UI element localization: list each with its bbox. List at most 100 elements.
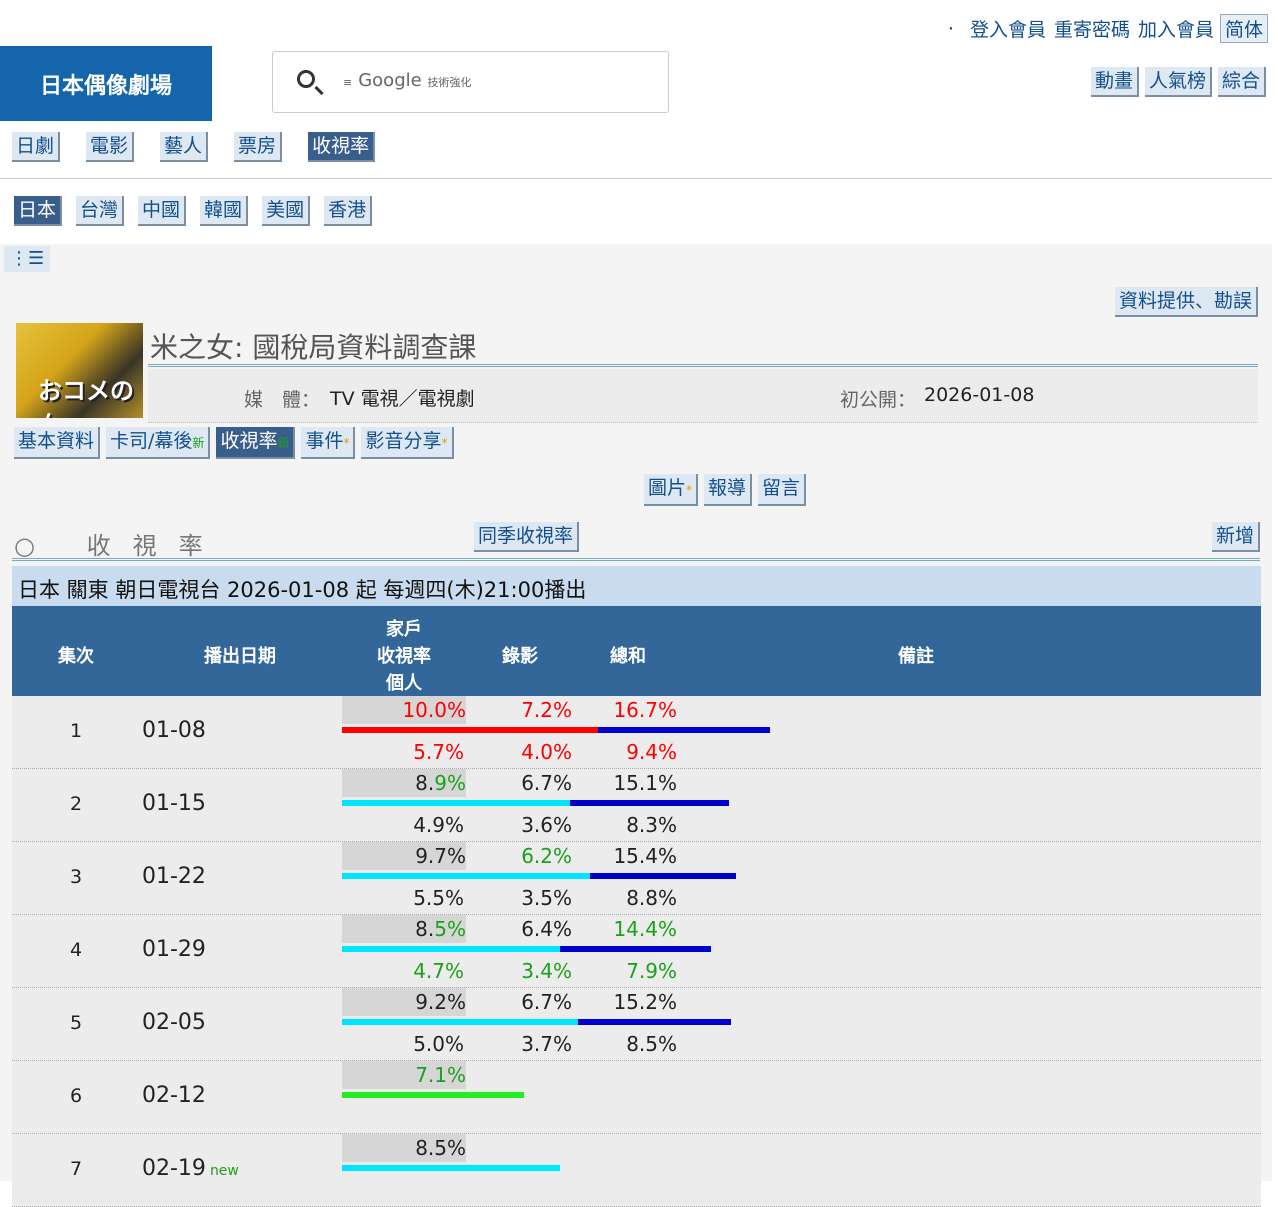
- search-box[interactable]: ≡ Google 技術強化: [272, 51, 669, 113]
- tab-events[interactable]: 事件*: [301, 427, 356, 459]
- episode-number: 7: [70, 1158, 83, 1180]
- title-underline: [148, 364, 1258, 367]
- region-hongkong[interactable]: 香港: [324, 196, 373, 226]
- new-badge: new: [209, 1163, 239, 1179]
- region-korea[interactable]: 韓國: [200, 196, 249, 226]
- report-error-button[interactable]: 資料提供、勘誤: [1114, 287, 1258, 317]
- personal-recording: 4.0%: [521, 740, 572, 764]
- site-logo[interactable]: 日本偶像劇場: [0, 46, 212, 121]
- search-icon[interactable]: [297, 70, 315, 88]
- episode-number: 3: [70, 866, 83, 888]
- personal-total: 8.3%: [626, 813, 677, 837]
- th-total: 總和: [610, 646, 646, 667]
- air-date: 01-08: [142, 718, 206, 743]
- personal-rating: 5.0%: [413, 1032, 464, 1056]
- nav-general[interactable]: 綜合: [1217, 67, 1266, 97]
- household-rating: 9.7%: [415, 844, 466, 868]
- nav-ranking[interactable]: 人氣榜: [1144, 67, 1212, 97]
- episode-number: 6: [70, 1085, 83, 1107]
- table-row: 7 02-19 new 8.5%: [12, 1134, 1261, 1207]
- air-date: 01-15: [142, 791, 206, 816]
- personal-total: 8.8%: [626, 886, 677, 910]
- cat-movie[interactable]: 電影: [86, 132, 135, 162]
- tab-cast[interactable]: 卡司/幕後新: [106, 427, 211, 459]
- sub-tabs: 圖片* 報導 留言: [644, 474, 807, 506]
- drama-poster[interactable]: おコメの女: [16, 323, 143, 418]
- login-link[interactable]: 登入會員: [970, 15, 1046, 42]
- tab-ratings[interactable]: 收視率新: [216, 427, 296, 459]
- nav-anime[interactable]: 動畫: [1090, 67, 1139, 97]
- same-season-button[interactable]: 同季收視率: [474, 522, 580, 552]
- table-row: 6 02-12 7.1%: [12, 1061, 1261, 1134]
- total-rating: 16.7%: [613, 698, 677, 722]
- cat-boxoffice[interactable]: 票房: [234, 132, 283, 162]
- recording-bar: [598, 727, 770, 733]
- category-nav: 日劇 電影 藝人 票房 收視率: [12, 132, 376, 162]
- region-taiwan[interactable]: 台灣: [76, 196, 125, 226]
- personal-recording: 3.6%: [521, 813, 572, 837]
- episode-number: 4: [70, 939, 83, 961]
- air-date: 02-12: [142, 1083, 206, 1108]
- personal-rating: 5.5%: [413, 886, 464, 910]
- simplified-chinese-button[interactable]: 简体: [1219, 14, 1268, 43]
- episode-number: 1: [70, 720, 83, 742]
- recording-rating: 6.2%: [521, 844, 572, 868]
- tab-news[interactable]: 報導: [704, 474, 753, 506]
- tab-comments[interactable]: 留言: [758, 474, 807, 506]
- recording-rating: 6.7%: [521, 771, 572, 795]
- table-row: 5 02-05 9.2% 6.7% 15.2% 5.0% 3.7% 8.5%: [12, 988, 1261, 1061]
- episode-number: 2: [70, 793, 83, 815]
- media-label: 媒 體：: [244, 389, 321, 411]
- region-usa[interactable]: 美國: [262, 196, 311, 226]
- cat-ratings[interactable]: 收視率: [308, 132, 376, 162]
- region-nav: 日本 台灣 中國 韓國 美國 香港: [14, 196, 373, 226]
- tab-images[interactable]: 圖片*: [644, 474, 699, 506]
- drama-title: 米之女: 國稅局資料調查課: [150, 331, 477, 364]
- tab-videos[interactable]: 影音分享*: [361, 427, 454, 459]
- region-japan[interactable]: 日本: [14, 196, 63, 226]
- total-rating: 15.4%: [613, 844, 677, 868]
- household-bar: [342, 1019, 578, 1025]
- air-date: 01-22: [142, 864, 206, 889]
- resend-password-link[interactable]: 重寄密碼: [1054, 15, 1130, 42]
- recording-bar: [569, 800, 729, 806]
- cat-jdrama[interactable]: 日劇: [12, 132, 61, 162]
- table-row: 2 01-15 8.9% 6.7% 15.1% 4.9% 3.6% 8.3%: [12, 769, 1261, 842]
- cat-artist[interactable]: 藝人: [160, 132, 209, 162]
- air-date: 01-29: [142, 937, 206, 962]
- recording-rating: 6.7%: [521, 990, 572, 1014]
- th-personal: 個人: [386, 673, 422, 694]
- household-bar: [342, 1092, 524, 1098]
- household-rating: 10.0%: [402, 698, 466, 722]
- section-underline: [12, 558, 1260, 561]
- region-china[interactable]: 中國: [138, 196, 187, 226]
- air-date: 02-05: [142, 1010, 206, 1035]
- ratings-table-body: 1 01-08 10.0% 7.2% 16.7% 5.7% 4.0% 9.4% 2 01-15 8.…: [12, 696, 1261, 1207]
- household-rating: 8.9%: [366, 771, 466, 795]
- th-recording: 錄影: [502, 646, 538, 667]
- household-int: 8.: [415, 771, 435, 795]
- personal-rating: 4.7%: [413, 959, 464, 983]
- member-bar: · 登入會員 重寄密碼 加入會員 简体: [948, 14, 1268, 43]
- section-title: ○ 收視率: [14, 532, 225, 560]
- household-bar: [342, 800, 570, 806]
- premiere-value: 2026-01-08: [924, 384, 1035, 406]
- household-dec: 9%: [434, 771, 466, 795]
- recording-rating: 7.2%: [521, 698, 572, 722]
- air-date: 02-19 new: [142, 1156, 239, 1181]
- add-button[interactable]: 新增: [1211, 522, 1260, 552]
- household-rating: 8.5%: [366, 917, 466, 941]
- household-bar: [342, 946, 560, 952]
- drama-tabs: 基本資料 卡司/幕後新 收視率新 事件* 影音分享*: [14, 427, 454, 459]
- household-bar: [342, 1165, 560, 1171]
- tab-basic-info[interactable]: 基本資料: [14, 427, 101, 459]
- join-link[interactable]: 加入會員: [1138, 15, 1214, 42]
- menu-icon[interactable]: ⋮☰: [4, 246, 51, 272]
- th-episode: 集次: [58, 646, 94, 667]
- th-household: 家戶: [386, 619, 422, 640]
- personal-recording: 3.7%: [521, 1032, 572, 1056]
- th-date: 播出日期: [204, 646, 276, 667]
- divider: [0, 178, 1272, 179]
- recording-bar: [590, 873, 737, 879]
- household-bar: [342, 873, 591, 879]
